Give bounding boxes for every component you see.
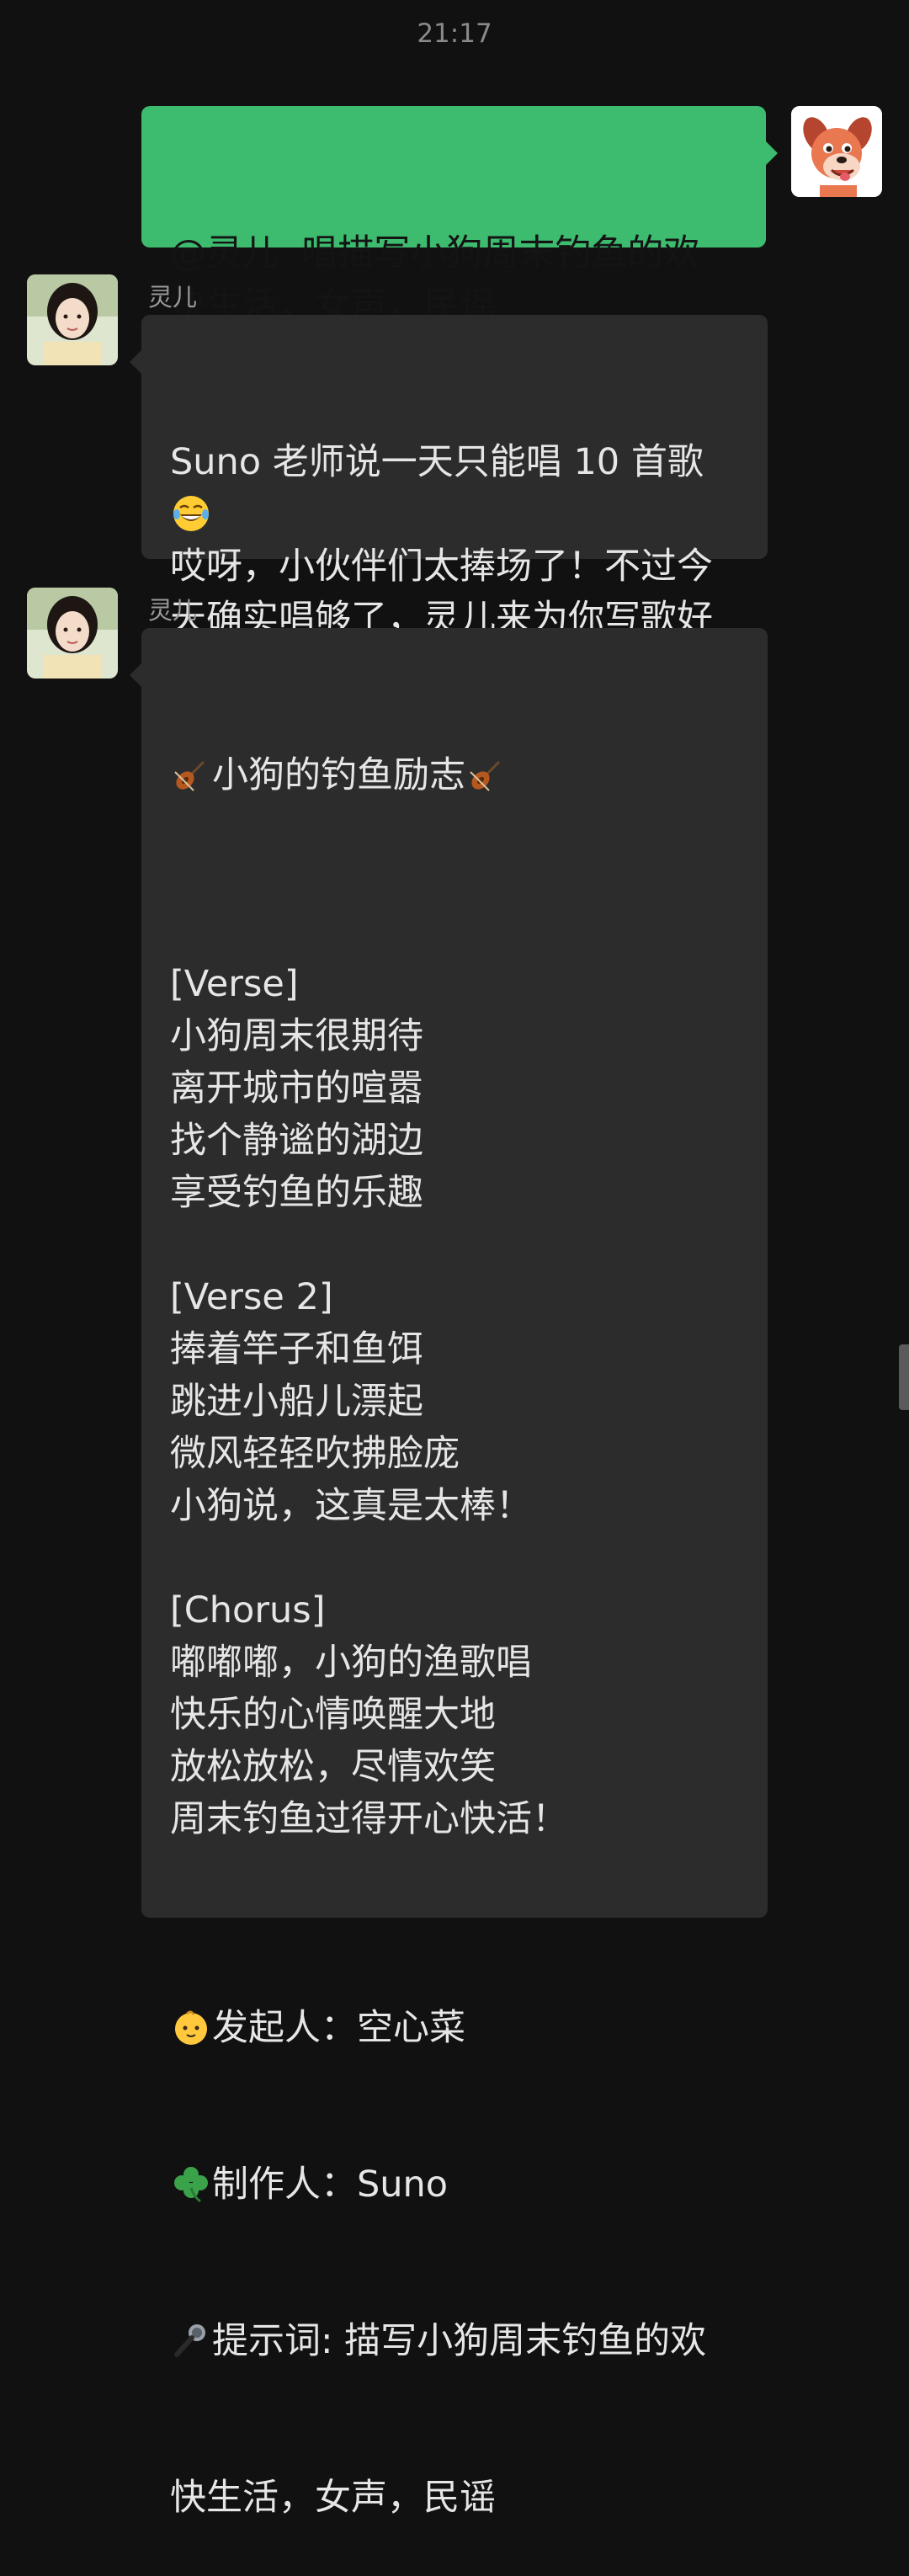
status-time: 21:17 bbox=[417, 19, 492, 49]
lyrics-line: 找个静谧的湖边 bbox=[170, 1120, 423, 1162]
lyrics-title-line: 小狗的钓鱼励志 bbox=[170, 749, 739, 801]
lyrics-line: [Chorus] bbox=[170, 1589, 326, 1631]
other-message-bubble[interactable]: Suno 老师说一天只能唱 10 首歌 哎呀，小伙伴们太捧场了！不过今 天确实唱够了… bbox=[141, 315, 768, 692]
credit-text: 制作人：Suno bbox=[212, 2164, 449, 2206]
lyrics-line: 嘟嘟嘟，小狗的渔歌唱 bbox=[170, 1642, 532, 1684]
self-avatar[interactable] bbox=[791, 106, 882, 197]
credit-text: 发起人：空心菜 bbox=[212, 2007, 465, 2049]
credit-line: 发起人：空心菜 bbox=[170, 2002, 739, 2054]
message-text: Suno 老师说一天只能唱 10 首歌 bbox=[170, 441, 704, 483]
message-line: @灵儿 唱描写小狗周末钓鱼的欢 bbox=[170, 232, 700, 274]
credit-line: 制作人：Suno bbox=[170, 2158, 739, 2211]
portrait-avatar-icon bbox=[27, 274, 118, 365]
lyrics-line: [Verse] bbox=[170, 963, 299, 1005]
baby-emoji-icon bbox=[175, 2010, 207, 2045]
lyrics-body: [Verse] 小狗周末很期待 离开城市的喧嚣 找个静谧的湖边 享受钓鱼的乐趣 [Vers… bbox=[170, 906, 739, 1897]
credit-line: 提示词: 描写小狗周末钓鱼的欢 bbox=[170, 2315, 739, 2367]
tears-of-joy-emoji-icon bbox=[173, 496, 209, 531]
sender-name: 灵儿 bbox=[148, 596, 198, 625]
message-line: Suno 老师说一天只能唱 10 首歌 bbox=[170, 436, 739, 540]
self-message-bubble[interactable]: @灵儿 唱描写小狗周末钓鱼的欢 快生活，女声，民谣 bbox=[141, 106, 766, 327]
clover-emoji-icon bbox=[174, 2167, 208, 2203]
lyrics-title: 小狗的钓鱼励志 bbox=[212, 754, 465, 796]
bubble-tail bbox=[766, 141, 778, 165]
violin-emoji-icon bbox=[174, 760, 205, 791]
lyrics-line: 放松放松，尽情欢笑 bbox=[170, 1746, 496, 1788]
lyrics-line: [Verse 2] bbox=[170, 1276, 333, 1318]
lingr-avatar[interactable] bbox=[27, 274, 118, 365]
credit-line: 快生活，女声，民谣 bbox=[170, 2477, 496, 2519]
scroll-indicator[interactable] bbox=[899, 1344, 909, 1410]
bubble-tail bbox=[130, 350, 141, 374]
lingr-avatar[interactable] bbox=[27, 588, 118, 679]
lyrics-line: 周末钓鱼过得开心快活！ bbox=[170, 1798, 568, 1840]
lyrics-line: 捧着竿子和鱼饵 bbox=[170, 1328, 423, 1370]
lyrics-line: 微风轻轻吹拂脸庞 bbox=[170, 1433, 460, 1475]
lyrics-line: 小狗说，这真是太棒！ bbox=[170, 1485, 532, 1527]
sender-name: 灵儿 bbox=[148, 283, 198, 311]
bubble-tail bbox=[130, 663, 141, 687]
lyrics-line: 享受钓鱼的乐趣 bbox=[170, 1172, 423, 1214]
lyrics-line: 快乐的心情唤醒大地 bbox=[170, 1694, 496, 1736]
lyrics-message-bubble[interactable]: 小狗的钓鱼励志 [Verse] 小狗周末很期待 离开城市的喧嚣 找个静谧的湖边 享受钓鱼… bbox=[141, 628, 768, 2519]
credit-text: 提示词: 描写小狗周末钓鱼的欢 bbox=[212, 2320, 707, 2362]
portrait-avatar-icon bbox=[27, 588, 118, 679]
violin-emoji-icon bbox=[470, 760, 501, 791]
message-line: 哎呀，小伙伴们太捧场了！不过今 bbox=[170, 546, 713, 588]
dog-avatar-icon bbox=[791, 106, 882, 197]
lyrics-line: 小狗周末很期待 bbox=[170, 1015, 423, 1057]
lyrics-line: 跳进小船儿漂起 bbox=[170, 1381, 423, 1423]
microphone-emoji-icon bbox=[174, 2324, 205, 2357]
lyrics-line: 离开城市的喧嚣 bbox=[170, 1067, 423, 1110]
